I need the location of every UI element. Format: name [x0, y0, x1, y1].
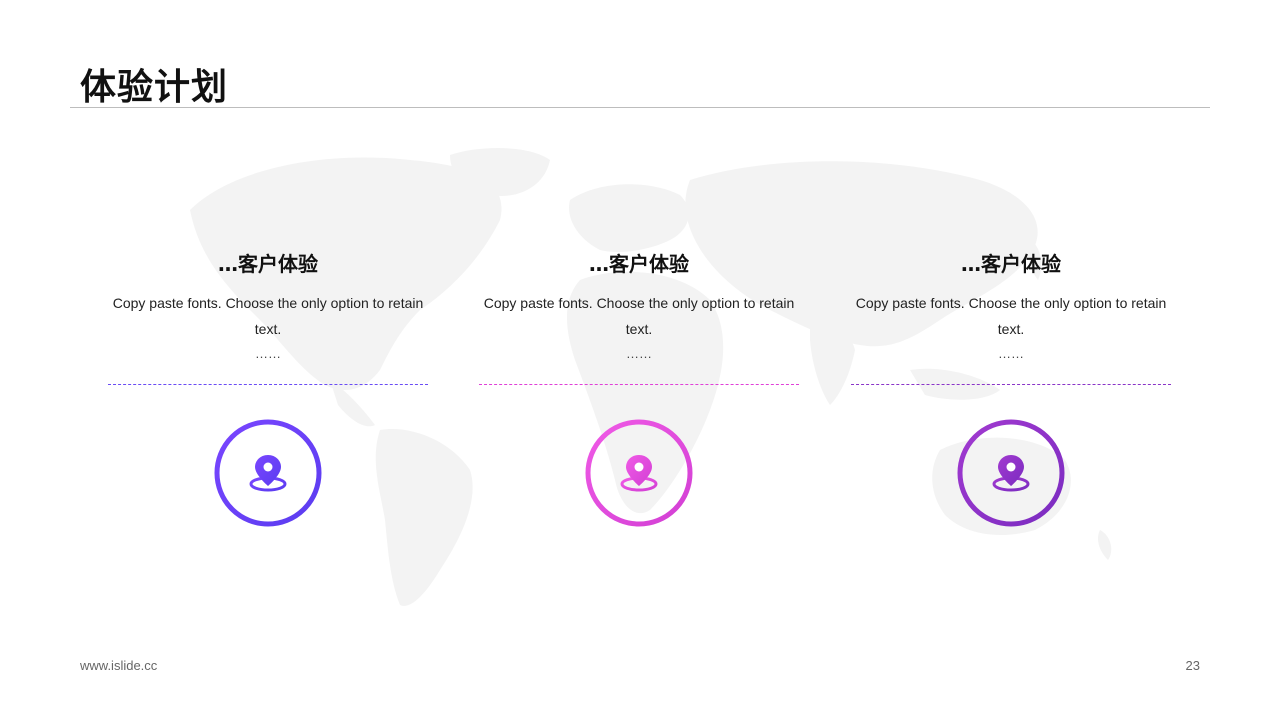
card-divider [479, 384, 799, 385]
page-title: 体验计划 [80, 67, 229, 108]
page-number: 23 [1185, 658, 1200, 673]
location-pin-icon [214, 419, 322, 527]
slide: 体验计划 …客户体验 Copy paste fonts. Choose the … [0, 0, 1280, 720]
card-body: Copy paste fonts. Choose the only option… [483, 295, 795, 337]
footer-url: www.islide.cc [80, 658, 158, 673]
card-ellipsis: …… [626, 346, 652, 361]
location-pin-icon [957, 419, 1065, 527]
card-heading: …客户体验 [589, 252, 689, 276]
card-body: Copy paste fonts. Choose the only option… [112, 295, 424, 337]
title-divider [70, 107, 1210, 108]
card-ellipsis: …… [255, 346, 281, 361]
card-heading: …客户体验 [961, 252, 1061, 276]
card-body: Copy paste fonts. Choose the only option… [855, 295, 1167, 337]
card-ellipsis: …… [998, 346, 1024, 361]
card-divider [108, 384, 428, 385]
card-heading: …客户体验 [218, 252, 318, 276]
location-pin-icon [585, 419, 693, 527]
card-divider [851, 384, 1171, 385]
world-map-background [190, 148, 1112, 606]
